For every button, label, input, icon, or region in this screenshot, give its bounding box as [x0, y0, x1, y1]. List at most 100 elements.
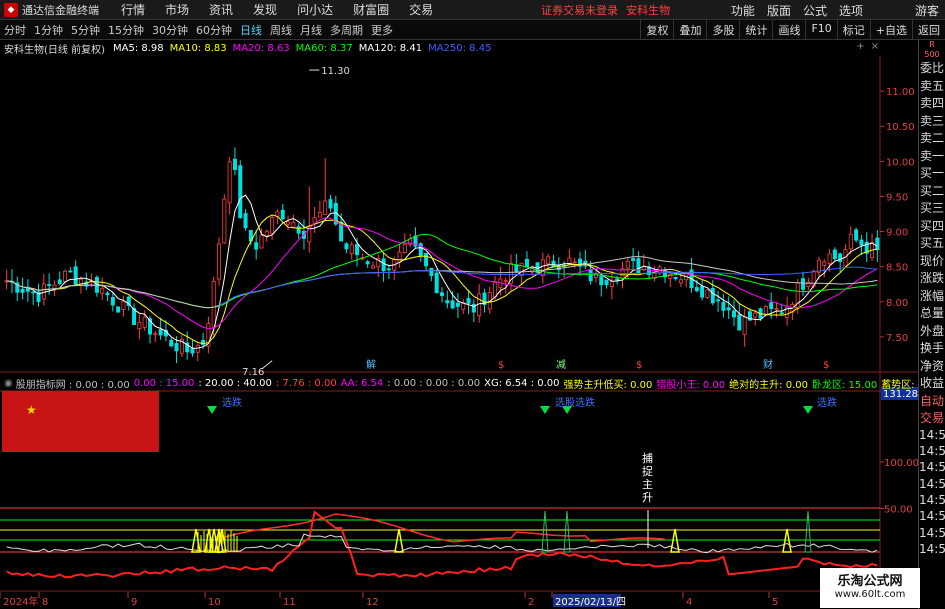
date-tick-label: 10	[208, 597, 221, 608]
candle-body	[174, 343, 179, 352]
sidebar-trade-item[interactable]: 自动	[919, 393, 945, 410]
candle-body	[73, 266, 78, 285]
sidebar-trade-item[interactable]: 14:5	[919, 492, 945, 508]
sidebar-quote-item[interactable]: 涨幅	[919, 288, 945, 306]
price-tick-label: 11.00	[886, 87, 915, 98]
chart-area[interactable]: 11.307.16解 $ 减 $ 财 $ 100.0050.00131.28选跌 选股选跌选…	[0, 0, 918, 609]
green-spike	[541, 510, 549, 553]
sidebar-quote-item[interactable]: 卖一	[919, 148, 945, 166]
sidebar-trade-item[interactable]: 14:5	[919, 541, 945, 557]
indicator-eye-icon[interactable]: ◉	[4, 378, 13, 389]
signal-label: 选跌	[222, 396, 242, 409]
sidebar-quote-item[interactable]: 卖五	[919, 78, 945, 96]
close-window-icon[interactable]: ×	[871, 41, 879, 52]
candle-body	[259, 234, 264, 249]
sidebar-top-1: 500	[924, 50, 940, 59]
indicator-value-7: 强势主升低买: 0.00	[563, 379, 653, 391]
candle-body	[153, 333, 158, 336]
candle-body	[551, 260, 556, 268]
candle-body	[238, 165, 243, 219]
candle-body	[47, 284, 52, 286]
sidebar-quote-item[interactable]: 卖四	[919, 95, 945, 113]
sidebar-quote-item[interactable]: 净资	[919, 358, 945, 376]
candle-body	[726, 307, 731, 311]
candle-body	[365, 261, 370, 265]
candle-body	[349, 244, 354, 254]
sidebar-quote-item[interactable]: 卖二	[919, 130, 945, 148]
candle-body	[169, 339, 174, 347]
candle-body	[466, 298, 471, 304]
candlestick-series	[4, 147, 880, 364]
ma5-label: MA5: 8.98	[112, 42, 164, 54]
candle-body	[100, 288, 105, 294]
date-tick-label: 11	[283, 597, 296, 608]
vertical-text-char: 捕	[642, 451, 653, 465]
candle-body	[572, 261, 577, 264]
sidebar-trade-item[interactable]: 14:5	[919, 476, 945, 492]
candle-body	[546, 256, 551, 265]
candle-body	[227, 161, 232, 204]
add-window-icon[interactable]: +	[856, 41, 864, 52]
sidebar-quote-item[interactable]: 收益	[919, 375, 945, 393]
candle-body	[848, 233, 853, 250]
high-price-label: 11.30	[321, 66, 350, 77]
chart-window-buttons: + ×	[853, 41, 882, 52]
sidebar-trade-item[interactable]: 14:5	[919, 459, 945, 475]
date-tick-label: 5	[772, 597, 778, 608]
stock-title[interactable]: 安科生物(日线 前复权)	[4, 41, 105, 56]
candle-body	[270, 217, 275, 234]
candle-body	[636, 258, 641, 274]
sidebar-quote-item[interactable]: 现价	[919, 253, 945, 271]
candle-body	[678, 279, 683, 284]
date-tick-label: 2025/02/13/四	[555, 597, 626, 608]
sidebar-quote-item[interactable]: 外盘	[919, 323, 945, 341]
sidebar-quote-item[interactable]: 换手	[919, 340, 945, 358]
candle-body	[540, 259, 545, 277]
main-chart-header: 安科生物(日线 前复权) MA5: 8.98 MA10: 8.83 MA20: …	[0, 40, 918, 56]
sidebar-trade-item[interactable]: 14:5	[919, 443, 945, 459]
ma60-label: MA60: 8.37	[295, 42, 353, 54]
candle-body	[710, 287, 715, 304]
chart-grid	[0, 56, 918, 609]
sidebar-quote-item[interactable]: 买四	[919, 218, 945, 236]
event-marker: $	[498, 360, 504, 371]
indicator-header: ◉ 股朋指标网 : 0.00 : 0.00 0.00 : 15.00: 20.00 …	[0, 375, 918, 391]
candle-body	[344, 243, 349, 250]
sidebar-trade-item[interactable]: 14:5	[919, 525, 945, 541]
sidebar-quote-item[interactable]: 买五	[919, 235, 945, 253]
candle-body	[243, 213, 248, 229]
sidebar-trade-item[interactable]: 14:5	[919, 427, 945, 443]
candle-body	[599, 276, 604, 286]
event-marker: 减	[556, 359, 566, 371]
candle-body	[716, 299, 721, 302]
indicator-red-line-upper	[218, 513, 666, 543]
indicator-white-line	[6, 533, 878, 554]
sidebar-trade-item[interactable]: 交易	[919, 410, 945, 427]
candle-body	[68, 270, 73, 273]
candle-body	[291, 222, 296, 228]
candle-body	[604, 279, 609, 286]
candle-body	[190, 348, 195, 354]
date-tick-label: 12	[366, 597, 379, 608]
signal-label: 选跌	[817, 396, 837, 409]
candle-body	[110, 297, 115, 306]
sidebar-trade-item[interactable]: 14:5	[919, 508, 945, 524]
sidebar-quote-item[interactable]: 涨跌	[919, 270, 945, 288]
sidebar-quote-item[interactable]: 买三	[919, 200, 945, 218]
candle-body	[625, 260, 630, 269]
candle-body	[286, 221, 291, 225]
sidebar-quote-item[interactable]: 买二	[919, 183, 945, 201]
sidebar-quote-item[interactable]: 买一	[919, 165, 945, 183]
sidebar-quote-item[interactable]: 卖三	[919, 113, 945, 131]
candle-body	[217, 243, 222, 280]
date-tick-label: 2	[528, 597, 534, 608]
sidebar-quote-item[interactable]: 总量	[919, 305, 945, 323]
sidebar-quote-item[interactable]: 委比	[919, 60, 945, 78]
candle-body	[514, 264, 519, 273]
indicator-value-2: : 20.00 : 40.00	[198, 377, 272, 389]
candle-body	[827, 253, 832, 264]
candle-body	[615, 278, 620, 281]
indicator-tick-label: 50.00	[884, 505, 913, 516]
candle-body	[355, 244, 360, 256]
candle-body	[779, 312, 784, 315]
